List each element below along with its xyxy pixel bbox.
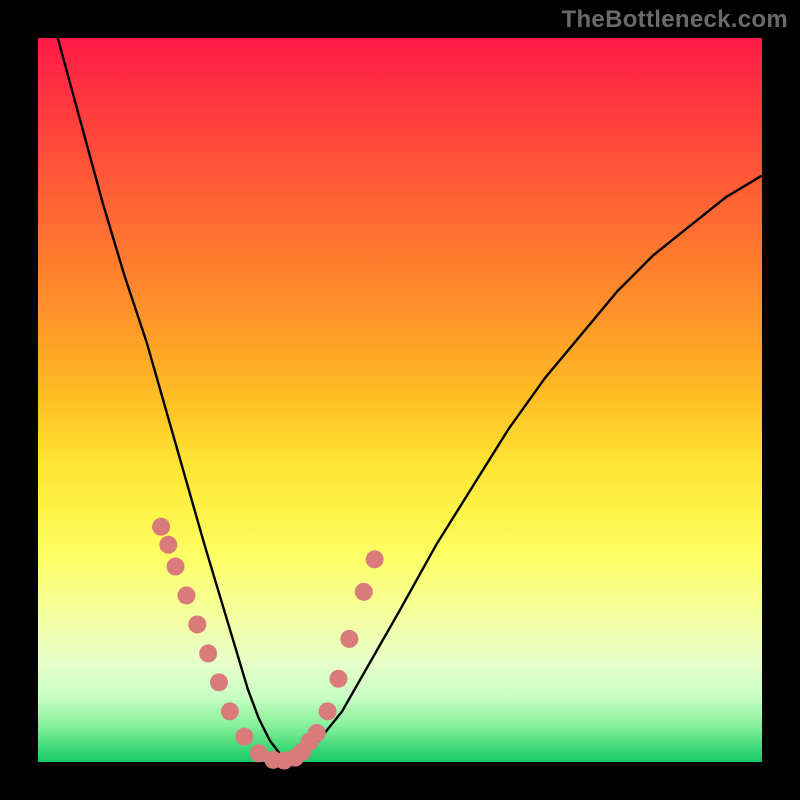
curve-marker xyxy=(329,670,347,688)
curve-marker xyxy=(355,583,373,601)
curve-markers xyxy=(152,518,384,770)
curve-marker xyxy=(188,615,206,633)
curve-marker xyxy=(167,558,185,576)
curve-marker xyxy=(235,728,253,746)
curve-marker xyxy=(199,644,217,662)
curve-marker xyxy=(308,724,326,742)
curve-marker xyxy=(221,702,239,720)
curve-marker xyxy=(159,536,177,554)
plot-area xyxy=(38,38,762,762)
curve-marker xyxy=(340,630,358,648)
chart-svg xyxy=(38,38,762,762)
chart-frame: TheBottleneck.com xyxy=(0,0,800,800)
curve-marker xyxy=(152,518,170,536)
curve-marker xyxy=(177,586,195,604)
bottleneck-curve xyxy=(38,0,762,762)
watermark-text: TheBottleneck.com xyxy=(562,6,788,34)
curve-marker xyxy=(366,550,384,568)
curve-marker xyxy=(319,702,337,720)
curve-marker xyxy=(210,673,228,691)
